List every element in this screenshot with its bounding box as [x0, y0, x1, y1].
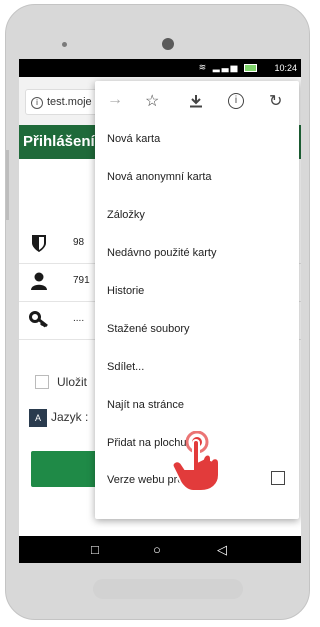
signal-icon: ▂▃▅ [212, 62, 240, 72]
recents-button-icon[interactable]: □ [91, 542, 99, 557]
phone-side-button [6, 150, 9, 220]
row-value: .... [73, 313, 85, 324]
menu-item-new-incognito-tab[interactable]: Nová anonymní karta [107, 171, 212, 183]
status-icons: ≋ ▂▃▅ [199, 62, 257, 73]
user-icon [31, 272, 47, 290]
download-icon[interactable] [189, 94, 203, 108]
translate-icon: A [29, 409, 47, 427]
menu-item-find-in-page[interactable]: Najít na stránce [107, 399, 184, 411]
info-icon[interactable]: i [228, 93, 244, 109]
menu-toolbar: → ☆ i ↻ [95, 81, 299, 121]
menu-item-recent-tabs[interactable]: Nedávno použité karty [107, 247, 216, 259]
phone-sensor [62, 42, 67, 47]
android-nav-bar: □ ○ ◁ [19, 536, 301, 563]
battery-icon [244, 63, 257, 72]
status-time: 10:24 [274, 63, 297, 73]
language-label: Jazyk : [51, 410, 89, 425]
menu-item-downloads[interactable]: Stažené soubory [107, 323, 190, 335]
reload-icon[interactable]: ↻ [269, 91, 282, 111]
forward-icon[interactable]: → [107, 91, 123, 109]
tap-gesture-icon [171, 431, 220, 492]
language-selector[interactable]: A Jazyk : [29, 409, 88, 427]
menu-item-bookmarks[interactable]: Záložky [107, 209, 145, 221]
remember-checkbox[interactable] [35, 375, 49, 389]
home-button-icon[interactable]: ○ [153, 542, 161, 557]
remember-label: Uložit [57, 375, 88, 389]
row-value: 791 [73, 275, 90, 286]
url-text: test.moje [47, 96, 92, 108]
shield-icon [32, 235, 46, 252]
phone-camera [162, 38, 174, 50]
row-value: 98 [73, 237, 85, 248]
star-icon[interactable]: ☆ [145, 91, 159, 111]
site-info-icon[interactable]: i [31, 97, 43, 109]
back-button-icon[interactable]: ◁ [217, 542, 227, 558]
wifi-icon: ≋ [198, 62, 209, 72]
menu-item-history[interactable]: Historie [107, 285, 144, 297]
menu-item-share[interactable]: Sdílet... [107, 361, 144, 373]
desktop-site-checkbox[interactable] [271, 471, 285, 485]
status-bar: ≋ ▂▃▅ 10:24 [19, 59, 301, 77]
phone-chin [93, 579, 243, 599]
key-icon [29, 311, 48, 328]
menu-item-new-tab[interactable]: Nová karta [107, 133, 160, 145]
